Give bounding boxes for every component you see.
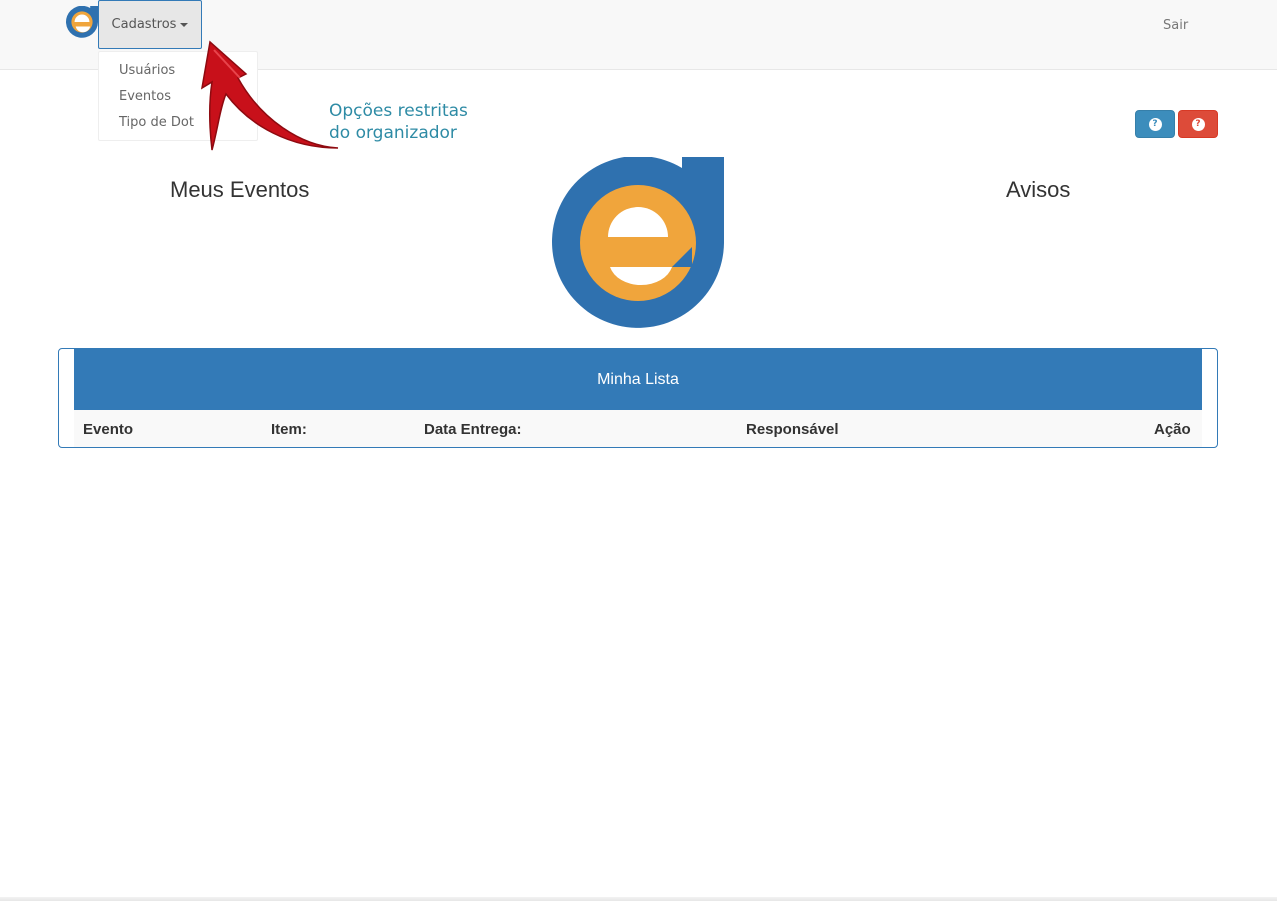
column-header-evento: Evento (83, 421, 134, 438)
my-list-heading: Minha Lista (74, 349, 1202, 410)
question-circle-icon: ? (1148, 117, 1162, 131)
annotation-line-2: do organizador (329, 123, 457, 143)
column-header-data-entrega: Data Entrega: (424, 421, 522, 438)
my-events-title: Meus Eventos (170, 177, 310, 202)
help-button-red[interactable]: ? (1178, 110, 1218, 138)
app-logo[interactable] (66, 6, 98, 38)
red-arrow-annotation (200, 40, 339, 151)
column-header-acao: Ação (1154, 421, 1191, 438)
bottom-divider (0, 897, 1277, 901)
column-header-responsavel: Responsável (746, 421, 839, 438)
column-header-item: Item: (271, 421, 307, 438)
my-list-panel: Minha Lista Evento Item: Data Entrega: R… (58, 348, 1218, 448)
question-circle-icon: ? (1191, 117, 1205, 131)
help-button-blue[interactable]: ? (1135, 110, 1175, 138)
restricted-options-annotation: Opções restritas do organizador (329, 100, 468, 144)
central-logo (552, 157, 724, 328)
my-list-table-header: Evento Item: Data Entrega: Responsável A… (74, 410, 1202, 447)
annotation-line-1: Opções restritas (329, 101, 468, 121)
notices-title: Avisos (1006, 177, 1071, 202)
logout-link[interactable]: Sair (1163, 18, 1188, 33)
caret-down-icon (180, 23, 189, 27)
cadastros-menu-button[interactable]: Cadastros (98, 0, 202, 49)
cadastros-menu-label: Cadastros (111, 17, 177, 32)
